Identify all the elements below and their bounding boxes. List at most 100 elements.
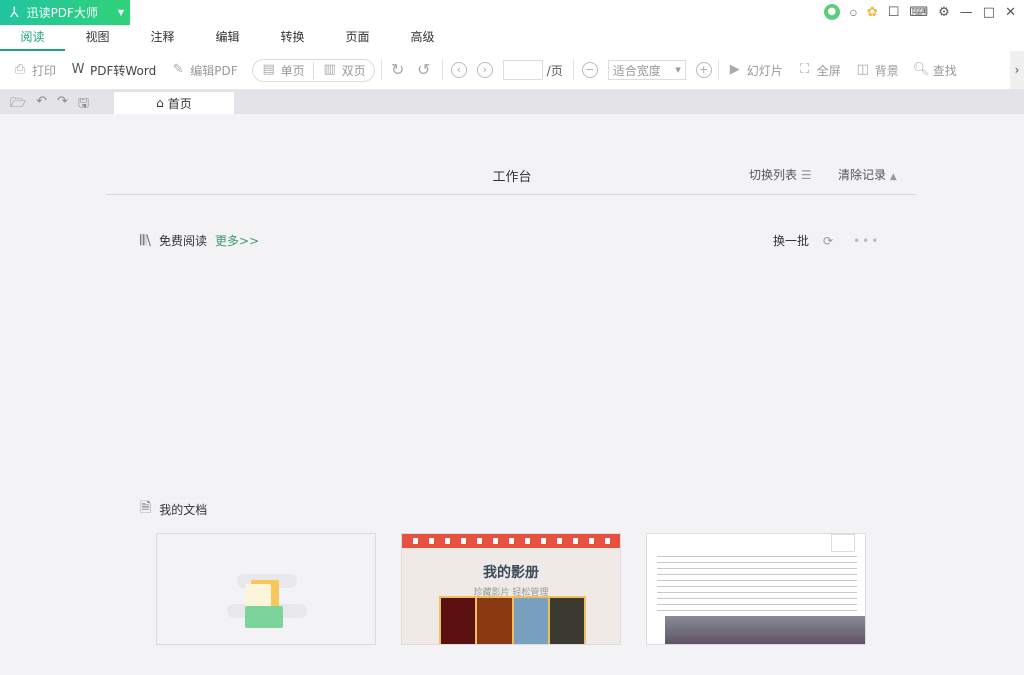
vip-badge-icon[interactable]: ✿ bbox=[867, 5, 878, 20]
list-icon: ☰ bbox=[801, 168, 812, 182]
tab-annotate[interactable]: 注释 bbox=[130, 25, 195, 51]
app-menu-button[interactable]: ⅄ 迅读PDF大师 ▼ bbox=[0, 0, 130, 25]
zoom-in-button[interactable]: + bbox=[696, 62, 712, 78]
single-page-button[interactable]: ▤单页 bbox=[253, 62, 313, 79]
more-link[interactable]: 更多>> bbox=[215, 232, 259, 249]
open-folder-icon[interactable]: 🗁 bbox=[10, 94, 26, 116]
slideshow-icon: ▶ bbox=[727, 62, 743, 78]
more-options-icon[interactable]: ••• bbox=[853, 234, 880, 248]
divider bbox=[718, 60, 719, 80]
print-label: 打印 bbox=[32, 62, 56, 79]
free-reading-header: 𝄃𝄃\ 免费阅读 更多>> bbox=[140, 232, 259, 249]
fullscreen-icon: ⛶ bbox=[797, 62, 813, 78]
workbench-divider bbox=[106, 194, 916, 195]
doc-card-pdf[interactable] bbox=[646, 533, 866, 645]
keyboard-icon[interactable]: ⌨ bbox=[909, 5, 928, 20]
zoom-out-button[interactable]: − bbox=[582, 62, 598, 78]
doc-card-empty[interactable] bbox=[156, 533, 376, 645]
divider bbox=[381, 60, 382, 80]
toolbar-more-button[interactable]: › bbox=[1010, 51, 1024, 89]
fullscreen-label: 全屏 bbox=[817, 62, 841, 79]
dot-icon: ○ bbox=[850, 8, 857, 17]
slideshow-button[interactable]: ▶幻灯片 bbox=[727, 62, 783, 79]
broom-icon: ▲ bbox=[890, 172, 897, 182]
tab-home[interactable]: ⌂ 首页 bbox=[114, 92, 234, 114]
tab-view[interactable]: 视图 bbox=[65, 25, 130, 51]
rotate-ccw-icon[interactable]: ↺ bbox=[416, 62, 432, 78]
double-page-icon: ▥ bbox=[322, 62, 338, 78]
app-title: 迅读PDF大师 bbox=[27, 4, 98, 21]
tab-edit[interactable]: 编辑 bbox=[195, 25, 260, 51]
books-icon: 𝄃𝄃\ bbox=[140, 233, 151, 249]
page-mode-toggle: ▤单页 ▥双页 bbox=[252, 59, 375, 82]
switch-list-button[interactable]: 切换列表 ☰ bbox=[749, 166, 812, 183]
refresh-batch-button[interactable]: 换一批 ⟳ ••• bbox=[773, 232, 880, 249]
minimize-button[interactable]: — bbox=[960, 5, 973, 20]
free-reading-title: 免费阅读 bbox=[159, 232, 207, 249]
printer-icon: ⎙ bbox=[12, 62, 28, 78]
pdf-text-preview bbox=[657, 556, 857, 616]
background-icon: ◫ bbox=[855, 62, 871, 78]
tab-advanced[interactable]: 高级 bbox=[390, 25, 455, 51]
document-icon: 🗎 bbox=[140, 497, 151, 521]
home-icon: ⌂ bbox=[156, 96, 164, 110]
find-button[interactable]: 🔍︎查找 bbox=[913, 62, 957, 79]
feedback-icon[interactable]: ☐ bbox=[888, 5, 900, 20]
double-page-label: 双页 bbox=[342, 62, 366, 79]
settings-icon[interactable]: ⚙ bbox=[938, 5, 950, 20]
app-logo-icon: ⅄ bbox=[10, 5, 19, 21]
switch-list-label: 切换列表 bbox=[749, 168, 797, 182]
rotate-cw-icon[interactable]: ↻ bbox=[390, 62, 406, 78]
toolbar: ⎙打印 WPDF转Word ✎编辑PDF ▤单页 ▥双页 ↻ ↺ ‹ › /页 … bbox=[0, 51, 1024, 89]
movie-posters bbox=[439, 596, 586, 645]
divider bbox=[442, 60, 443, 80]
album-header-strip bbox=[402, 534, 620, 548]
close-button[interactable]: ✕ bbox=[1005, 5, 1016, 20]
empty-folder-illustration bbox=[227, 564, 307, 645]
refresh-batch-label: 换一批 bbox=[773, 232, 809, 249]
edit-icon: ✎ bbox=[170, 62, 186, 78]
album-title: 我的影册 bbox=[402, 562, 620, 582]
page-suffix: /页 bbox=[547, 62, 563, 79]
background-label: 背景 bbox=[875, 62, 899, 79]
divider bbox=[573, 60, 574, 80]
search-icon: 🔍︎ bbox=[913, 62, 929, 78]
clear-records-label: 清除记录 bbox=[838, 168, 886, 182]
undo-icon[interactable]: ↶ bbox=[36, 94, 47, 116]
clear-records-button[interactable]: 清除记录 ▲ bbox=[838, 166, 897, 183]
next-page-button[interactable]: › bbox=[477, 62, 493, 78]
redo-icon[interactable]: ↷ bbox=[57, 94, 68, 116]
single-page-label: 单页 bbox=[281, 62, 305, 79]
slideshow-label: 幻灯片 bbox=[747, 62, 783, 79]
find-label: 查找 bbox=[933, 62, 957, 79]
zoom-value: 适合宽度 bbox=[613, 62, 661, 79]
page-number-input[interactable] bbox=[503, 60, 543, 80]
tab-read[interactable]: 阅读 bbox=[0, 25, 65, 51]
chevron-down-icon: ▼ bbox=[675, 66, 680, 74]
word-icon: W bbox=[70, 62, 86, 78]
page-icon: ▤ bbox=[261, 62, 277, 78]
pdf-stamp bbox=[831, 534, 855, 552]
pdf-image-preview bbox=[665, 616, 865, 645]
print-button[interactable]: ⎙打印 bbox=[12, 62, 56, 79]
pdf-to-word-button[interactable]: WPDF转Word bbox=[70, 62, 156, 79]
prev-page-button[interactable]: ‹ bbox=[451, 62, 467, 78]
pdf-to-word-label: PDF转Word bbox=[90, 62, 156, 79]
fullscreen-button[interactable]: ⛶全屏 bbox=[797, 62, 841, 79]
tab-page[interactable]: 页面 bbox=[325, 25, 390, 51]
double-page-button[interactable]: ▥双页 bbox=[313, 62, 374, 79]
user-avatar[interactable]: ● bbox=[824, 4, 840, 20]
quick-access: 🗁 ↶ ↷ 🖫 bbox=[10, 94, 89, 116]
chevron-down-icon: ▼ bbox=[118, 8, 124, 17]
refresh-icon: ⟳ bbox=[823, 234, 833, 248]
zoom-select[interactable]: 适合宽度 ▼ bbox=[608, 60, 686, 80]
tab-convert[interactable]: 转换 bbox=[260, 25, 325, 51]
edit-pdf-button[interactable]: ✎编辑PDF bbox=[170, 62, 237, 79]
edit-pdf-label: 编辑PDF bbox=[190, 62, 237, 79]
background-button[interactable]: ◫背景 bbox=[855, 62, 899, 79]
home-tab-label: 首页 bbox=[168, 95, 192, 112]
maximize-button[interactable]: □ bbox=[983, 5, 995, 20]
my-docs-header: 🗎 我的文档 bbox=[140, 497, 207, 521]
save-icon[interactable]: 🖫 bbox=[78, 94, 89, 116]
doc-card-album[interactable]: 我的影册 珍藏影片 轻松管理 bbox=[401, 533, 621, 645]
